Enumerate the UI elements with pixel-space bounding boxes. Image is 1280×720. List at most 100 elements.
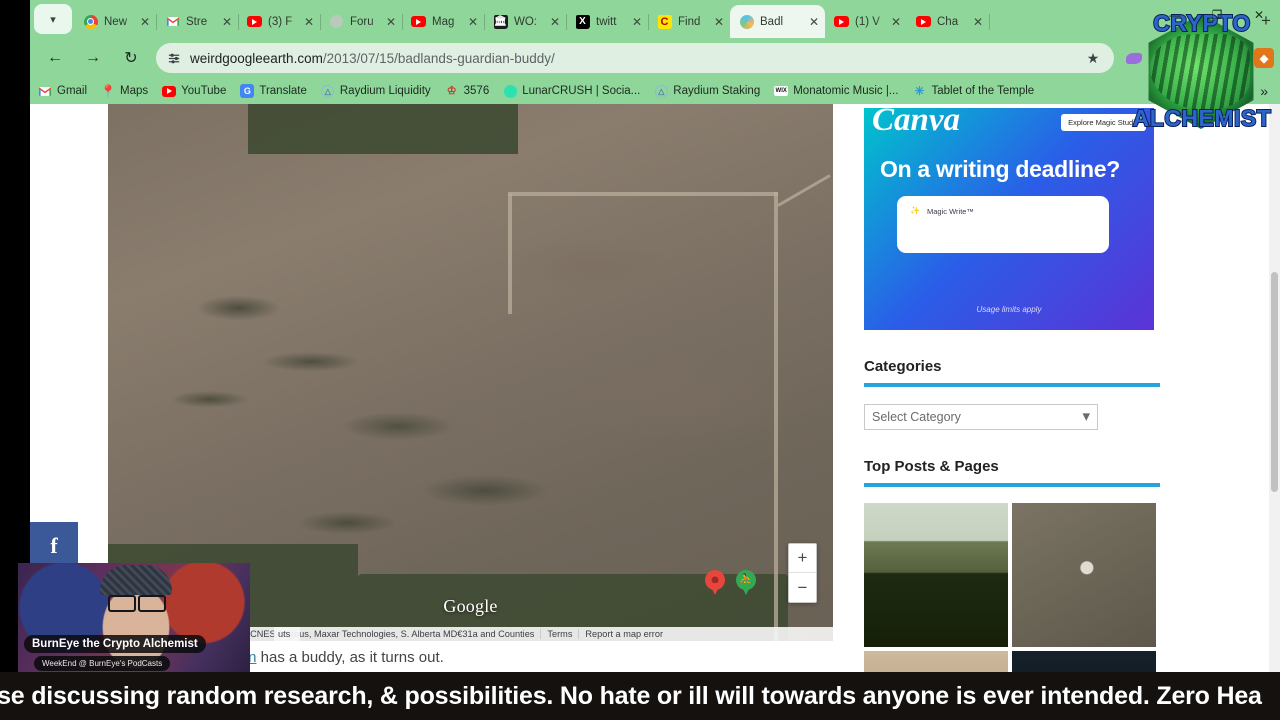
- back-button[interactable]: ←: [40, 43, 70, 73]
- broadcast-ticker: ose discussing random research, & possib…: [0, 672, 1280, 720]
- maximize-button[interactable]: ❐: [1196, 0, 1238, 30]
- streamer-webcam-overlay: BurnEye the Crypto Alchemist WeekEnd @ B…: [18, 563, 250, 675]
- bookmark-item[interactable]: ♔ 3576: [445, 84, 490, 98]
- zoom-in-button[interactable]: +: [789, 544, 816, 573]
- c-icon: C: [657, 14, 672, 29]
- bookmark-item[interactable]: G Translate: [240, 84, 307, 98]
- browser-tab[interactable]: (1) V ✕: [825, 5, 907, 38]
- tab-close-icon[interactable]: ✕: [807, 16, 821, 28]
- browser-tab[interactable]: (3) F ✕: [238, 5, 321, 38]
- tab-title: New: [104, 15, 128, 28]
- bookmark-item[interactable]: ✳ Tablet of the Temple: [912, 84, 1034, 98]
- tab-title: Foru: [350, 15, 374, 28]
- browser-tab[interactable]: Stre ✕: [156, 5, 239, 38]
- badlands-guardian-marker[interactable]: [705, 570, 725, 598]
- tab-close-icon[interactable]: ✕: [384, 16, 398, 28]
- bookmark-item[interactable]: LunarCRUSH | Socia...: [503, 84, 640, 98]
- canva-headline: On a writing deadline?: [880, 156, 1121, 182]
- google-map-embed[interactable]: ⛹ + − Google Map data ©2024 Imagery ©202…: [108, 104, 833, 641]
- bookmark-item[interactable]: 📍 Maps: [101, 84, 148, 98]
- browser-tab[interactable]: C Find ✕: [648, 5, 731, 38]
- tab-close-icon[interactable]: ✕: [466, 16, 480, 28]
- streamer-name-label: BurnEye the Crypto Alchemist: [24, 635, 206, 653]
- bookmark-item[interactable]: Gmail: [38, 84, 87, 98]
- facebook-icon[interactable]: f: [30, 522, 78, 569]
- magic-wand-icon: ✨: [910, 206, 920, 215]
- tab-title: Cha: [937, 15, 959, 28]
- translate-icon: G: [240, 84, 255, 98]
- tab-close-icon[interactable]: ✕: [712, 16, 726, 28]
- tab-close-icon[interactable]: ✕: [138, 16, 152, 28]
- chrome-icon: [83, 14, 98, 29]
- browser-tab[interactable]: 🏛 WO: ✕: [484, 5, 567, 38]
- bookmark-star-icon[interactable]: ★: [1082, 50, 1104, 67]
- screen: ▾ New ✕ Stre ✕ (3) F ✕ Foru ✕ Mag ✕ 🏛 WO: ✕ Xtwitt ✕ C F…: [0, 0, 1280, 720]
- maps-pin-icon: 📍: [101, 84, 116, 98]
- bookmark-label: Translate: [259, 85, 307, 97]
- map-terms-link[interactable]: Terms: [540, 629, 578, 639]
- tab-close-icon[interactable]: ✕: [971, 16, 985, 28]
- zoom-out-button[interactable]: −: [789, 573, 816, 602]
- site-settings-icon[interactable]: [164, 48, 184, 68]
- map-report-link[interactable]: Report a map error: [578, 629, 669, 639]
- gmail-icon: [38, 84, 52, 98]
- browser-tab[interactable]: New ✕: [74, 5, 157, 38]
- reload-button[interactable]: ↻: [116, 43, 146, 73]
- bookmark-item[interactable]: WIX Monatomic Music |...: [774, 84, 898, 98]
- browser-tab[interactable]: Badl ✕: [730, 5, 825, 38]
- map-zoom-controls: + −: [788, 543, 817, 603]
- bookmark-label: Raydium Staking: [673, 85, 761, 97]
- bookmark-label: Tablet of the Temple: [931, 85, 1035, 97]
- forward-button[interactable]: →: [78, 43, 108, 73]
- magic-write-field[interactable]: ✨ Magic Write™: [897, 196, 1109, 253]
- tab-title: (1) V: [855, 15, 880, 28]
- article-text-rest: has a buddy, as it turns out.: [256, 649, 444, 666]
- gmail-icon: [165, 14, 180, 29]
- browser-tab[interactable]: Foru ✕: [320, 5, 403, 38]
- minimize-button[interactable]: —: [1154, 0, 1196, 30]
- youtube-icon: [834, 14, 849, 29]
- tab-title: WO:: [514, 15, 537, 28]
- scrollbar-thumb[interactable]: [1271, 272, 1278, 492]
- tab-search-button[interactable]: ▾: [34, 4, 72, 34]
- tab-title: Stre: [186, 15, 208, 28]
- magic-write-label: Magic Write™: [927, 207, 974, 216]
- bookmark-item[interactable]: △ Raydium Liquidity: [321, 84, 431, 98]
- tab-title: Badl: [760, 15, 784, 28]
- tab-close-icon[interactable]: ✕: [630, 16, 644, 28]
- canva-advertisement[interactable]: Canva Explore Magic Studio On a writing …: [864, 108, 1154, 330]
- weirdgoogleearth-icon: [739, 14, 754, 29]
- browser-tab[interactable]: Cha ✕: [907, 5, 990, 38]
- bookmark-item[interactable]: YouTube: [162, 84, 226, 98]
- browser-toolbar: ← → ↻ weirdgoogleearth.com/2013/07/15/ba…: [30, 38, 1280, 78]
- tab-title: (3) F: [268, 15, 293, 28]
- tab-close-icon[interactable]: ✕: [548, 16, 562, 28]
- top-posts-divider: [864, 483, 1160, 487]
- category-select[interactable]: Select Category ▾: [864, 404, 1098, 430]
- top-posts-heading: Top Posts & Pages: [864, 458, 999, 475]
- window-controls: — ❐ ✕: [1154, 0, 1280, 30]
- category-select-value: Select Category: [872, 410, 961, 424]
- x-twitter-icon: X: [575, 14, 590, 29]
- bookmark-item[interactable]: △ Raydium Staking: [654, 84, 760, 98]
- streamer-show-label: WeekEnd @ BurnEye's PodCasts: [34, 656, 171, 671]
- tab-strip: ▾ New ✕ Stre ✕ (3) F ✕ Foru ✕ Mag ✕ 🏛 WO: ✕ Xtwitt ✕ C F…: [30, 0, 1280, 38]
- browser-tab[interactable]: Xtwitt ✕: [566, 5, 649, 38]
- page-scrollbar[interactable]: [1269, 104, 1280, 676]
- tab-list: New ✕ Stre ✕ (3) F ✕ Foru ✕ Mag ✕ 🏛 WO: ✕ Xtwitt ✕ C Fin…: [74, 0, 1246, 38]
- hiking-trail-marker[interactable]: ⛹: [736, 570, 756, 598]
- close-button[interactable]: ✕: [1238, 0, 1280, 30]
- thumb-desert-spider[interactable]: [1012, 503, 1156, 647]
- bookmark-label: Monatomic Music |...: [793, 85, 899, 97]
- tab-close-icon[interactable]: ✕: [302, 16, 316, 28]
- url-path: /2013/07/15/badlands-guardian-buddy/: [322, 50, 555, 66]
- browser-tab[interactable]: Mag ✕: [402, 5, 485, 38]
- address-bar[interactable]: weirdgoogleearth.com/2013/07/15/badlands…: [156, 43, 1114, 73]
- youtube-icon: [162, 84, 177, 98]
- map-attribution-left-partial: uts: [274, 627, 300, 641]
- page-sidebar: Canva Explore Magic Studio On a writing …: [864, 104, 1194, 676]
- tab-close-icon[interactable]: ✕: [220, 16, 234, 28]
- tab-close-icon[interactable]: ✕: [889, 16, 903, 28]
- thumb-underground-room[interactable]: [864, 503, 1008, 647]
- youtube-icon: [916, 14, 931, 29]
